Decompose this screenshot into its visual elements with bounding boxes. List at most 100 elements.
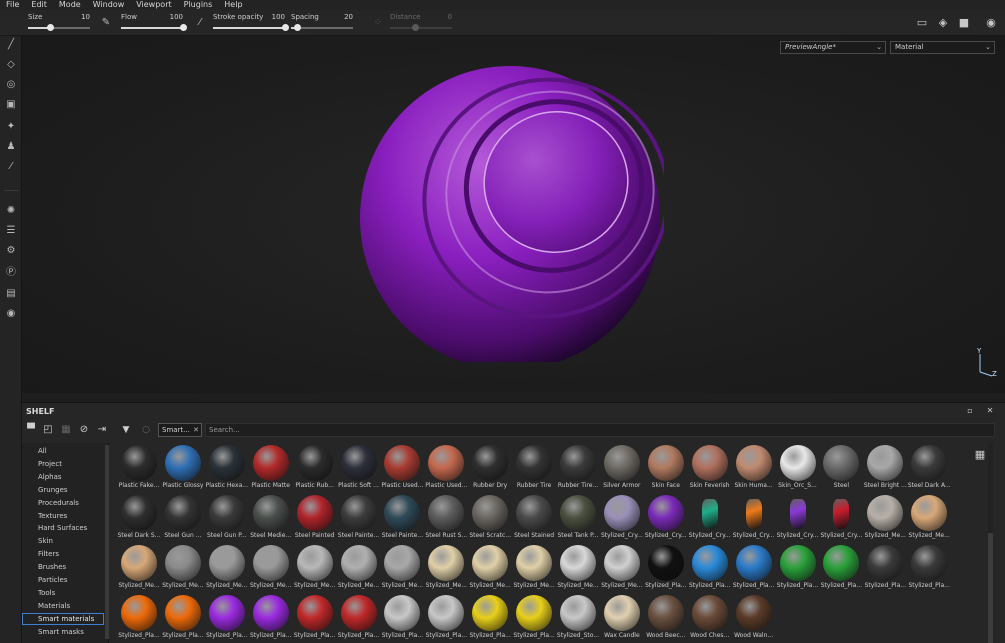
category-item[interactable]: Smart masks <box>22 626 104 638</box>
category-item[interactable]: Hard Surfaces <box>22 522 104 534</box>
preview-angle-dropdown[interactable]: PreviewAngle* ⌄ <box>780 41 886 54</box>
smart-material-tile[interactable]: Stylized_Me... <box>556 543 600 593</box>
menu-file[interactable]: File <box>0 0 25 10</box>
size-value[interactable]: 10 <box>81 13 90 21</box>
spacing-value[interactable]: 20 <box>344 13 353 21</box>
smart-material-tile[interactable]: Stylized_Me... <box>117 543 161 593</box>
paint-brush-icon[interactable]: ╱ <box>4 38 18 52</box>
smart-material-tile[interactable]: Stylized_Me... <box>249 543 293 593</box>
smart-material-tile[interactable]: Plastic Soft ... <box>337 443 381 493</box>
smart-material-tile[interactable]: Steel Dark S... <box>117 493 161 543</box>
smart-material-tile[interactable]: Skin_Orc_S... <box>776 443 820 493</box>
category-item[interactable]: Procedurals <box>22 497 104 509</box>
smart-material-tile[interactable]: Steel Painte... <box>380 493 424 543</box>
reset-filter-icon[interactable]: ○ <box>140 424 152 436</box>
smart-material-tile[interactable]: Skin Face <box>644 443 688 493</box>
smart-material-tile[interactable]: Steel Tank P... <box>556 493 600 543</box>
category-item[interactable]: Textures <box>22 510 104 522</box>
search-input[interactable]: Search... <box>205 423 995 437</box>
stroke-opacity-handle[interactable] <box>282 24 289 31</box>
smart-material-tile[interactable]: Steel Bright ... <box>863 443 907 493</box>
smart-material-tile[interactable]: Stylized_Cry... <box>688 493 732 543</box>
category-item[interactable]: Materials <box>22 600 104 612</box>
smart-material-tile[interactable]: Rubber Tire <box>512 443 556 493</box>
smart-material-tile[interactable]: Steel Medie... <box>249 493 293 543</box>
display-settings-icon[interactable]: ▭ <box>915 16 929 30</box>
smart-material-tile[interactable]: Wax Candle <box>600 593 644 643</box>
smart-material-tile[interactable]: Stylized_Pla... <box>688 543 732 593</box>
category-item[interactable]: All <box>22 445 104 457</box>
menu-edit[interactable]: Edit <box>25 0 53 10</box>
smart-material-tile[interactable]: Plastic Used... <box>380 443 424 493</box>
color-picker-icon[interactable]: ⁄ <box>4 160 18 174</box>
smart-material-tile[interactable]: Stylized_Pla... <box>161 593 205 643</box>
spacing-slider[interactable]: Spacing 20 <box>291 12 353 34</box>
geometry-decal-icon[interactable]: ▣ <box>4 98 18 112</box>
smart-material-tile[interactable]: Plastic Hexa... <box>205 443 249 493</box>
category-item[interactable]: Brushes <box>22 561 104 573</box>
smart-material-tile[interactable]: Stylized_Sto... <box>556 593 600 643</box>
smart-material-tile[interactable]: Wood Beec... <box>644 593 688 643</box>
smart-material-tile[interactable]: Stylized_Cry... <box>819 493 863 543</box>
smart-material-tile[interactable]: Steel Stained <box>512 493 556 543</box>
grid-scrollbar[interactable] <box>988 443 993 643</box>
smart-material-tile[interactable]: Stylized_Cry... <box>600 493 644 543</box>
new-window-icon[interactable]: ◰ <box>42 424 54 436</box>
flow-handle[interactable] <box>180 24 187 31</box>
smart-material-tile[interactable]: Stylized_Me... <box>337 543 381 593</box>
folder-icon[interactable]: ▀ <box>25 424 37 436</box>
smart-material-tile[interactable]: Steel Scratc... <box>468 493 512 543</box>
close-icon[interactable]: ✕ <box>985 406 995 416</box>
smart-material-tile[interactable]: Steel Gun P... <box>205 493 249 543</box>
menu-viewport[interactable]: Viewport <box>130 0 177 10</box>
category-item[interactable]: Particles <box>22 574 104 586</box>
smart-material-tile[interactable]: Stylized_Me... <box>468 543 512 593</box>
camera-video-icon[interactable]: ■ <box>957 16 971 30</box>
smart-material-tile[interactable]: Stylized_Pla... <box>424 593 468 643</box>
smart-material-tile[interactable]: Steel Dark A... <box>907 443 951 493</box>
smart-material-tile[interactable]: Stylized_Me... <box>863 493 907 543</box>
category-item[interactable]: Smart materials <box>22 612 104 625</box>
settings-icon[interactable]: ⚙ <box>4 244 18 258</box>
smart-material-tile[interactable]: Stylized_Me... <box>161 543 205 593</box>
size-slider[interactable]: Size 10 <box>28 12 90 34</box>
scroll-thumb[interactable] <box>988 533 993 643</box>
filter-icon[interactable]: ▼ <box>120 424 132 436</box>
projection-icon[interactable]: ◎ <box>4 78 18 92</box>
smart-material-tile[interactable]: Plastic Rub... <box>293 443 337 493</box>
smart-material-tile[interactable]: Stylized_Pla... <box>732 543 776 593</box>
bake-icon[interactable]: ✺ <box>4 204 18 218</box>
smart-material-tile[interactable]: Stylized_Pla... <box>468 593 512 643</box>
smart-material-tile[interactable]: Stylized_Me... <box>293 543 337 593</box>
category-item[interactable]: Alphas <box>22 471 104 483</box>
menu-help[interactable]: Help <box>218 0 248 10</box>
smart-material-tile[interactable]: Steel Rust S... <box>424 493 468 543</box>
category-scrollbar[interactable] <box>105 445 109 639</box>
viewport-3d[interactable]: PreviewAngle* ⌄ Material ⌄ Y Z <box>22 36 1005 393</box>
smart-material-tile[interactable]: Rubber Tire... <box>556 443 600 493</box>
category-item[interactable]: Filters <box>22 548 104 560</box>
stroke-opacity-value[interactable]: 100 <box>272 13 285 21</box>
smart-material-tile[interactable]: Skin Feverish <box>688 443 732 493</box>
maximize-icon[interactable]: ▫ <box>965 406 975 416</box>
close-icon[interactable]: ✕ <box>193 424 199 436</box>
smart-material-tile[interactable]: Plastic Glossy <box>161 443 205 493</box>
smart-material-tile[interactable]: Stylized_Pla... <box>863 543 907 593</box>
menu-plugins[interactable]: Plugins <box>178 0 219 10</box>
smart-material-tile[interactable]: Stylized_Pla... <box>249 593 293 643</box>
smart-material-tile[interactable]: Stylized_Me... <box>424 543 468 593</box>
flow-slider[interactable]: Flow 100 <box>121 12 187 34</box>
pen-pressure-icon[interactable]: ✎ <box>100 16 112 30</box>
size-handle[interactable] <box>46 24 54 31</box>
smart-material-tile[interactable]: Stylized_Cry... <box>776 493 820 543</box>
material-preview-sphere[interactable] <box>360 58 664 362</box>
smart-material-tile[interactable]: Wood Ches... <box>688 593 732 643</box>
smart-material-tile[interactable]: Plastic Used... <box>424 443 468 493</box>
smart-material-tile[interactable]: Skin Huma... <box>732 443 776 493</box>
smart-material-tile[interactable]: Stylized_Cry... <box>644 493 688 543</box>
category-item[interactable]: Tools <box>22 587 104 599</box>
smart-material-tile[interactable]: Stylized_Pla... <box>337 593 381 643</box>
smart-material-tile[interactable]: Stylized_Me... <box>907 493 951 543</box>
smart-material-tile[interactable]: Steel Painted <box>293 493 337 543</box>
clone-stamp-icon[interactable]: ♟ <box>4 140 18 154</box>
